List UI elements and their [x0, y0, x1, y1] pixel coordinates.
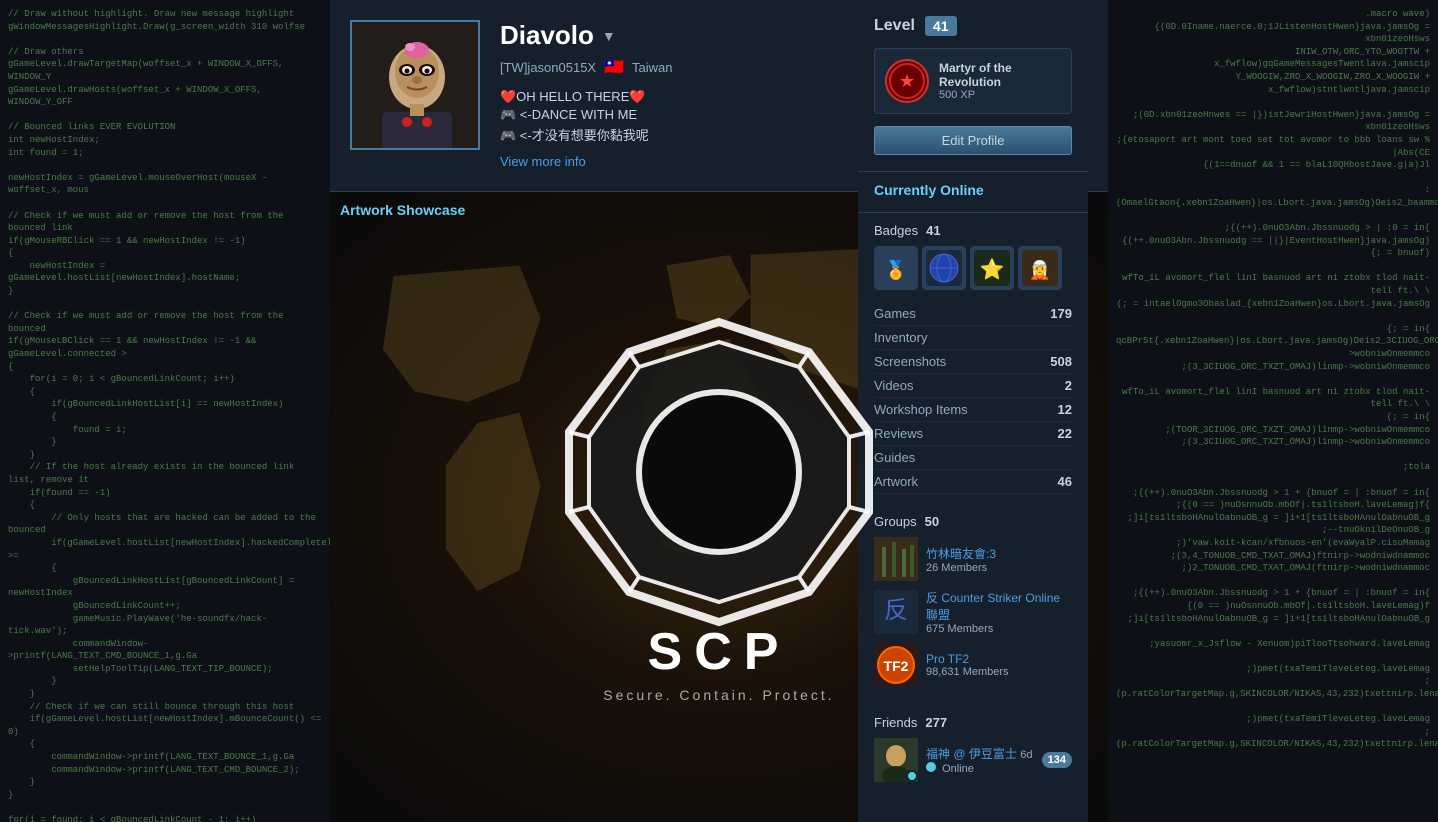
group-name-1[interactable]: 竹林暗友會:3 [926, 545, 1072, 562]
svg-text:⭐: ⭐ [980, 257, 1005, 281]
scp-text: SCP [648, 622, 791, 682]
group-item-1[interactable]: 竹林暗友會:3 26 Members [874, 537, 1072, 581]
friend-name-1[interactable]: 福神 @ 伊豆富士 6d [926, 745, 1034, 762]
group-info-2: 反 Counter Striker Online 聯盟 675 Members [926, 589, 1072, 635]
stat-value-artwork: 46 [1058, 474, 1072, 489]
friend-name-text-1: 福神 @ 伊豆富士 [926, 747, 1017, 761]
stat-label-artwork: Artwork [874, 474, 918, 489]
group-info-1: 竹林暗友會:3 26 Members [926, 545, 1072, 574]
view-more-link[interactable]: View more info [500, 154, 586, 169]
level-section: Level 41 ★ Martyr of the Revolution 500 … [858, 0, 1088, 172]
badges-count: 41 [926, 223, 940, 238]
badges-label: Badges [874, 223, 918, 238]
country: Taiwan [632, 60, 672, 75]
username: Diavolo [500, 20, 594, 51]
stat-row-artwork[interactable]: Artwork 46 [874, 470, 1072, 494]
group-avatar-1 [874, 537, 918, 581]
badges-header: Badges 41 [874, 223, 1072, 238]
friends-header: Friends 277 [874, 715, 1072, 730]
online-section: Currently Online [858, 172, 1088, 213]
stat-value-screenshots: 508 [1050, 354, 1072, 369]
groups-label: Groups [874, 514, 917, 529]
username-dropdown-arrow[interactable]: ▼ [602, 28, 616, 44]
badge-item-3[interactable]: ⭐ [970, 246, 1014, 290]
bg-code-right: .macro wave) {(0D.0Iname.naerce.0;1JList… [1108, 0, 1438, 822]
stat-row-videos[interactable]: Videos 2 [874, 374, 1072, 398]
stat-label-reviews: Reviews [874, 426, 923, 441]
friend-badge-1: 134 [1042, 752, 1072, 768]
achievement-xp: 500 XP [939, 89, 1061, 101]
scp-logo: SCP Secure. Contain. Protect. [559, 312, 879, 703]
stat-label-games: Games [874, 306, 916, 321]
stat-label-videos: Videos [874, 378, 914, 393]
badge-item-1[interactable]: 🏅 [874, 246, 918, 290]
group-avatar-2: 反 [874, 590, 918, 634]
group-item-3[interactable]: TF2 Pro TF2 98,631 Members [874, 643, 1072, 687]
friend-item-1[interactable]: 福神 @ 伊豆富士 6d Online 134 [874, 738, 1072, 782]
stat-value-games: 179 [1050, 306, 1072, 321]
group-info-3: Pro TF2 98,631 Members [926, 652, 1072, 678]
group-item-2[interactable]: 反 反 Counter Striker Online 聯盟 675 Member… [874, 589, 1072, 635]
online-label: Currently Online [874, 182, 1072, 198]
stat-label-inventory: Inventory [874, 330, 927, 345]
groups-count: 50 [925, 514, 939, 529]
svg-text:TF2: TF2 [884, 658, 909, 674]
user-id: [TW]jason0515X [500, 60, 596, 75]
svg-text:🧝: 🧝 [1029, 259, 1051, 280]
svg-text:★: ★ [899, 71, 915, 91]
group-members-2: 675 Members [926, 623, 1072, 635]
stats-section: Badges 41 🏅 [858, 213, 1088, 504]
artwork-label: Artwork Showcase [340, 202, 465, 218]
stat-label-screenshots: Screenshots [874, 354, 946, 369]
friends-label: Friends [874, 715, 917, 730]
stat-row-workshop[interactable]: Workshop Items 12 [874, 398, 1072, 422]
stat-value-reviews: 22 [1058, 426, 1072, 441]
friend-time-1: 6d [1020, 749, 1032, 761]
svg-text:反: 反 [884, 597, 908, 624]
badge-item-2[interactable] [922, 246, 966, 290]
stat-value-videos: 2 [1065, 378, 1072, 393]
achievement-box: ★ Martyr of the Revolution 500 XP [874, 48, 1072, 114]
level-number: 41 [925, 16, 957, 36]
groups-section: Groups 50 竹林暗友會:3 26 Members [858, 504, 1088, 705]
stat-row-guides[interactable]: Guides [874, 446, 1072, 470]
stat-label-workshop: Workshop Items [874, 402, 968, 417]
friend-info-1: 福神 @ 伊豆富士 6d Online [926, 745, 1034, 775]
friend-avatar-1 [874, 738, 918, 782]
group-name-3[interactable]: Pro TF2 [926, 652, 1072, 666]
group-name-2[interactable]: 反 Counter Striker Online 聯盟 [926, 589, 1072, 623]
bg-code-left: // Draw without highlight. Draw new mess… [0, 0, 330, 822]
country-flag: 🇹🇼 [604, 57, 624, 77]
group-members-1: 26 Members [926, 562, 1072, 574]
stat-row-games[interactable]: Games 179 [874, 302, 1072, 326]
friends-count: 277 [925, 715, 947, 730]
right-sidebar: Level 41 ★ Martyr of the Revolution 500 … [858, 0, 1088, 822]
group-members-3: 98,631 Members [926, 666, 1072, 678]
achievement-info: Martyr of the Revolution 500 XP [939, 61, 1061, 101]
friend-status-text-1: Online [942, 763, 974, 775]
online-dot-1 [926, 762, 936, 772]
stat-row-screenshots[interactable]: Screenshots 508 [874, 350, 1072, 374]
friend-status-1: Online [926, 762, 1034, 775]
achievement-icon: ★ [885, 59, 929, 103]
edit-profile-button[interactable]: Edit Profile [874, 126, 1072, 155]
level-header: Level 41 [874, 16, 1072, 36]
stat-value-workshop: 12 [1058, 402, 1072, 417]
badge-item-4[interactable]: 🧝 [1018, 246, 1062, 290]
level-label: Level [874, 17, 915, 35]
stat-row-reviews[interactable]: Reviews 22 [874, 422, 1072, 446]
group-avatar-3: TF2 [874, 643, 918, 687]
friends-section: Friends 277 福神 @ 伊豆富士 6d [858, 705, 1088, 792]
achievement-name: Martyr of the Revolution [939, 61, 1061, 89]
avatar [350, 20, 480, 150]
stat-row-inventory[interactable]: Inventory [874, 326, 1072, 350]
groups-header: Groups 50 [874, 514, 1072, 529]
badges-row: 🏅 ⭐ 🧝 [874, 246, 1072, 290]
svg-text:🏅: 🏅 [885, 259, 907, 281]
scp-tagline: Secure. Contain. Protect. [603, 687, 834, 703]
